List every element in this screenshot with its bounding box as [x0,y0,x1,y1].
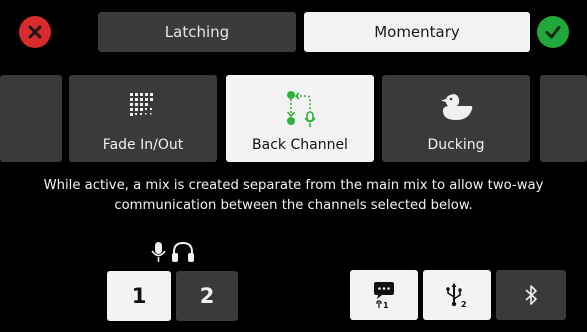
effect-card-ducking[interactable]: Ducking [382,75,530,162]
back-channel-icon [286,91,316,127]
channel-2-button[interactable]: 2 [176,271,238,321]
grid-dots-icon [130,93,153,116]
effect-fade-label: Fade In/Out [102,137,184,153]
effect-card-back-channel[interactable]: Back Channel [226,75,374,162]
mode-latching-label: Latching [164,23,230,41]
usb-icon: 2 [446,283,467,308]
talkback-subscript: 1 [383,301,389,309]
effect-ducking-label: Ducking [427,137,485,153]
channel-1-button[interactable]: 1 [107,271,171,321]
effect-card-next-partial[interactable] [540,75,587,162]
headphones-icon [172,241,194,262]
talkback-source-button[interactable]: 1 [350,270,418,320]
mode-momentary-label: Momentary [374,23,460,41]
microphone-icon [151,242,166,262]
mode-latching-button[interactable]: Latching [98,12,296,52]
confirm-button[interactable] [537,16,569,48]
talkback-chat-icon: 1 [374,282,394,309]
channel-1-label: 1 [131,284,147,308]
cancel-button[interactable] [19,16,51,48]
mode-momentary-button[interactable]: Momentary [304,12,530,52]
close-icon [28,25,42,39]
checkmark-icon [545,26,561,39]
effect-back-channel-label: Back Channel [252,137,348,153]
channel-2-label: 2 [199,284,215,308]
usb-source-button[interactable]: 2 [423,270,491,320]
bluetooth-icon [525,285,537,305]
effect-description: While active, a mix is created separate … [43,178,544,213]
bluetooth-source-button[interactable] [496,270,566,320]
effect-card-fade[interactable]: Fade In/Out [69,75,217,162]
usb-subscript: 2 [461,300,467,308]
duck-icon [441,94,473,120]
mic-headphone-indicator [151,241,194,262]
effect-card-partial[interactable] [0,75,62,162]
